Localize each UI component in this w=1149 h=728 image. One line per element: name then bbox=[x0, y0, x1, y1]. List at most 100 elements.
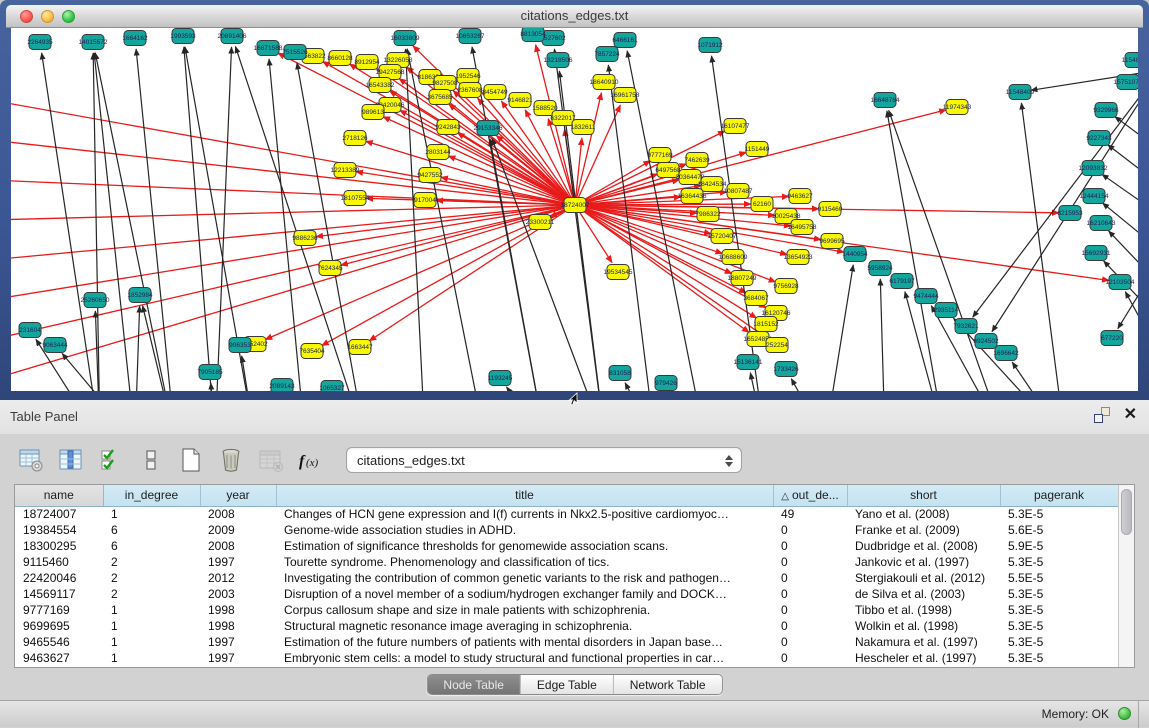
cell-name[interactable]: 9699695 bbox=[15, 618, 103, 634]
table-column-icon[interactable] bbox=[56, 445, 86, 475]
network-node-10653287[interactable]: 10653287 bbox=[456, 29, 485, 44]
table-row[interactable]: 1938455462009Genome-wide association stu… bbox=[15, 522, 1118, 538]
cell-title[interactable]: Embryonic stem cells: a model to study s… bbox=[276, 650, 773, 666]
network-node-831058[interactable]: 831058 bbox=[609, 366, 631, 381]
network-node-1065327[interactable]: 1065327 bbox=[319, 381, 345, 392]
network-node-7857224[interactable]: 7857224 bbox=[594, 47, 620, 62]
network-node-7986322[interactable]: 7986322 bbox=[695, 207, 721, 222]
cell-short[interactable]: de Silva et al. (2003) bbox=[847, 586, 1000, 602]
network-node-231604[interactable]: 231604 bbox=[19, 323, 41, 338]
cell-title[interactable]: Changes of HCN gene expression and I(f) … bbox=[276, 506, 773, 522]
column-header-short[interactable]: short bbox=[847, 485, 1000, 506]
cell-title[interactable]: Estimation of significance thresholds fo… bbox=[276, 538, 773, 554]
cell-title[interactable]: Disruption of a novel member of a sodium… bbox=[276, 586, 773, 602]
cell-out_degree[interactable]: 0 bbox=[773, 554, 847, 570]
cell-title[interactable]: Investigating the contribution of common… bbox=[276, 570, 773, 586]
column-header-title[interactable]: title bbox=[276, 485, 773, 506]
network-node-11548409[interactable]: 11548409 bbox=[1006, 85, 1035, 100]
network-node-6466161[interactable]: 6466161 bbox=[612, 33, 638, 48]
network-node-1952546[interactable]: 1952546 bbox=[455, 69, 481, 84]
cell-year[interactable]: 1998 bbox=[200, 618, 276, 634]
table-selector-dropdown[interactable]: citations_edges.txt bbox=[346, 447, 742, 473]
table-row[interactable]: 2242004622012Investigating the contribut… bbox=[15, 570, 1118, 586]
cell-in_degree[interactable]: 1 bbox=[103, 618, 200, 634]
cell-short[interactable]: Yano et al. (2008) bbox=[847, 506, 1000, 522]
network-node-12093832[interactable]: 12093832 bbox=[1079, 161, 1108, 176]
cell-title[interactable]: Tourette syndrome. Phenomenology and cla… bbox=[276, 554, 773, 570]
network-node-23300211[interactable]: 23300211 bbox=[526, 215, 555, 230]
cell-out_degree[interactable]: 0 bbox=[773, 634, 847, 650]
network-node-16033809[interactable]: 16033809 bbox=[391, 31, 420, 46]
network-node-2264935[interactable]: 2264935 bbox=[27, 35, 53, 50]
cell-out_degree[interactable]: 0 bbox=[773, 650, 847, 666]
cell-in_degree[interactable]: 1 bbox=[103, 650, 200, 666]
cell-title[interactable]: Estimation of the future numbers of pati… bbox=[276, 634, 773, 650]
cell-pagerank[interactable]: 5.9E-5 bbox=[1000, 538, 1118, 554]
cell-pagerank[interactable]: 5.3E-5 bbox=[1000, 602, 1118, 618]
window-titlebar[interactable]: citations_edges.txt bbox=[6, 5, 1143, 28]
network-node-7932621[interactable]: 7932621 bbox=[953, 319, 979, 334]
new-table-icon[interactable] bbox=[176, 445, 206, 475]
cell-name[interactable]: 9115460 bbox=[15, 554, 103, 570]
network-node-1440954[interactable]: 1440954 bbox=[842, 247, 868, 262]
network-node-1852984[interactable]: 1852984 bbox=[127, 288, 153, 303]
network-node-9063444[interactable]: 9063444 bbox=[42, 338, 68, 353]
network-node-9146821[interactable]: 9146821 bbox=[507, 93, 533, 108]
network-node-10688609[interactable]: 10688609 bbox=[719, 250, 748, 265]
network-node-16543382[interactable]: 16543382 bbox=[366, 78, 395, 93]
cell-pagerank[interactable]: 5.3E-5 bbox=[1000, 506, 1118, 522]
cell-pagerank[interactable]: 5.3E-5 bbox=[1000, 618, 1118, 634]
cell-year[interactable]: 1997 bbox=[200, 634, 276, 650]
cell-title[interactable]: Structural magnetic resonance image aver… bbox=[276, 618, 773, 634]
cell-name[interactable]: 18724007 bbox=[15, 506, 103, 522]
cell-year[interactable]: 2009 bbox=[200, 522, 276, 538]
cell-short[interactable]: Stergiakouli et al. (2012) bbox=[847, 570, 1000, 586]
network-node-16961758[interactable]: 16961758 bbox=[611, 88, 640, 103]
table-row[interactable]: 946362711997Embryonic stem cells: a mode… bbox=[15, 650, 1118, 666]
cell-short[interactable]: Wolkin et al. (1998) bbox=[847, 618, 1000, 634]
network-node-1193245[interactable]: 1193245 bbox=[488, 371, 513, 386]
network-node-9756928[interactable]: 9756928 bbox=[773, 279, 799, 294]
network-node-9115460[interactable]: 9115460 bbox=[818, 202, 843, 217]
network-node-62160[interactable]: 62160 bbox=[751, 197, 773, 212]
cell-year[interactable]: 1998 bbox=[200, 602, 276, 618]
network-node-20891406[interactable]: 20891406 bbox=[218, 29, 247, 44]
network-node-14015572[interactable]: 14015572 bbox=[79, 35, 108, 50]
cell-year[interactable]: 2008 bbox=[200, 506, 276, 522]
tab-network-table[interactable]: Network Table bbox=[613, 675, 722, 694]
network-node-8924502[interactable]: 8924502 bbox=[973, 334, 999, 349]
network-node-917004[interactable]: 917004 bbox=[414, 193, 436, 208]
network-node-11974343[interactable]: 11974343 bbox=[943, 100, 972, 115]
network-node-1993593[interactable]: 1993593 bbox=[170, 29, 196, 44]
network-node-7462639[interactable]: 7462639 bbox=[684, 153, 710, 168]
table-row[interactable]: 1872400712008Changes of HCN gene express… bbox=[15, 506, 1118, 522]
delete-trash-icon[interactable] bbox=[216, 445, 246, 475]
cell-pagerank[interactable]: 5.3E-5 bbox=[1000, 650, 1118, 666]
cell-out_degree[interactable]: 49 bbox=[773, 506, 847, 522]
network-node-252254[interactable]: 252254 bbox=[766, 338, 788, 353]
cell-year[interactable]: 2012 bbox=[200, 570, 276, 586]
network-node-16648784[interactable]: 16648784 bbox=[871, 93, 900, 108]
network-node-19534545[interactable]: 19534545 bbox=[604, 265, 633, 280]
cell-short[interactable]: Dudbridge et al. (2008) bbox=[847, 538, 1000, 554]
network-node-18724007[interactable]: 18724007 bbox=[561, 198, 590, 213]
table-row[interactable]: 977716911998Corpus callosum shape and si… bbox=[15, 602, 1118, 618]
network-node-2089143[interactable]: 2089143 bbox=[269, 379, 295, 392]
network-node-8215953[interactable]: 8215953 bbox=[1057, 206, 1083, 221]
column-header-out_degree[interactable]: △out_de... bbox=[773, 485, 847, 506]
cell-pagerank[interactable]: 5.6E-5 bbox=[1000, 522, 1118, 538]
column-header-in_degree[interactable]: in_degree bbox=[103, 485, 200, 506]
network-node-15751074[interactable]: 15751074 bbox=[1114, 75, 1138, 90]
cell-year[interactable]: 1997 bbox=[200, 650, 276, 666]
cell-pagerank[interactable]: 5.3E-5 bbox=[1000, 554, 1118, 570]
cell-in_degree[interactable]: 1 bbox=[103, 634, 200, 650]
network-node-18807249[interactable]: 18807249 bbox=[728, 271, 757, 286]
table-row[interactable]: 969969511998Structural magnetic resonanc… bbox=[15, 618, 1118, 634]
table-row[interactable]: 946554611997Estimation of the future num… bbox=[15, 634, 1118, 650]
network-node-7905185[interactable]: 7905185 bbox=[197, 365, 223, 380]
column-header-year[interactable]: year bbox=[200, 485, 276, 506]
float-panel-icon[interactable] bbox=[1094, 407, 1110, 423]
network-node-9827508[interactable]: 9827508 bbox=[432, 76, 458, 91]
cell-out_degree[interactable]: 0 bbox=[773, 602, 847, 618]
network-node-15692931[interactable]: 15692931 bbox=[1082, 246, 1111, 261]
